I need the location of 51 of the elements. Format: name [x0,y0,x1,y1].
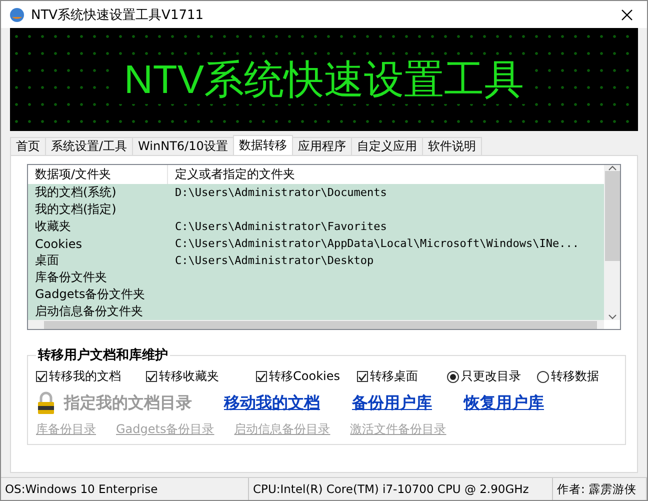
checkbox[interactable]: 转移我的文档 [36,368,146,385]
folder-cell-text: C:\Users\Administrator\Favorites [174,220,388,233]
column-header[interactable]: 定义或者指定的文件夹 [168,165,604,184]
action-link[interactable]: 备份用户库 [352,392,432,414]
item-cell-text: 桌面 [34,252,60,269]
list-row[interactable]: Cookies C:\Users\Administrator\AppData\Local\Microsoft\Windows\INe... [28,235,604,252]
item-cell-text: Gadgets备份文件夹 [34,286,146,303]
padlock-icon [36,391,56,415]
list-row[interactable]: 收藏夹 C:\Users\Administrator\Favorites [28,218,604,235]
checkbox[interactable]: 转移Cookies [256,368,357,385]
action-link[interactable]: 移动我的文档 [224,392,320,414]
folder-cell-text: C:\Users\Administrator\AppData\Local\Microsoft\Windows\INe... [174,237,580,250]
item-cell-text: 启动信息备份文件夹 [34,303,144,320]
tab[interactable]: 首页 [10,137,46,155]
window-title: NTV系统快速设置工具V1711 [31,6,205,24]
item-cell-text: 库备份文件夹 [34,269,108,286]
horizontal-scrollbar[interactable] [28,320,604,329]
list-row[interactable]: 库备份文件夹 [28,269,604,286]
checkmark-icon [358,372,367,380]
app-icon [9,6,25,22]
list-row[interactable]: 桌面 C:\Users\Administrator\Desktop [28,252,604,269]
status-text: OS:Windows 10 Enterprise [1,478,249,500]
checkmark-icon [147,372,156,380]
vertical-scrollbar[interactable] [604,165,620,320]
folder-cell-text: D:\Users\Administrator\Documents [174,186,388,199]
folder-cell-text: C:\Users\Administrator\Desktop [174,254,375,267]
list-row[interactable]: 我的文档(指定) [28,201,604,218]
status-text: CPU:Intel(R) Core(TM) i7-10700 CPU @ 2.90GHz [249,478,553,500]
down-chevron-icon[interactable] [608,314,616,320]
tab[interactable]: 软件说明 [422,137,482,155]
checkbox[interactable]: 转移收藏夹 [146,368,256,385]
close-icon [621,8,633,20]
item-cell-text: 我的文档(系统) [34,184,118,201]
list-row[interactable]: 我的文档(系统) D:\Users\Administrator\Documents [28,184,604,201]
item-cell-text: 我的文档(指定) [34,201,118,218]
tab[interactable]: 自定义应用 [350,137,423,155]
list-row[interactable]: 启动信息备份文件夹 [28,303,604,320]
status-text: 作者: 霹雳游侠 [553,478,647,500]
tab[interactable]: 数据转移 [232,135,293,155]
radio-button[interactable]: 只更改目录 [447,368,537,385]
radio-button[interactable]: 转移数据 [537,368,617,385]
checkbox[interactable]: 转移桌面 [357,368,447,385]
action-link[interactable]: 恢复用户库 [464,392,544,414]
group-title: 转移用户文档和库维护 [36,346,169,364]
tab[interactable]: 系统设置/工具 [45,137,134,155]
item-cell-text: 收藏夹 [34,218,72,235]
checkmark-icon [257,372,266,380]
up-chevron-icon[interactable] [608,165,616,171]
checkmark-icon [37,372,46,380]
item-cell-text: Cookies [34,236,83,250]
list-row[interactable]: Gadgets备份文件夹 [28,286,604,303]
